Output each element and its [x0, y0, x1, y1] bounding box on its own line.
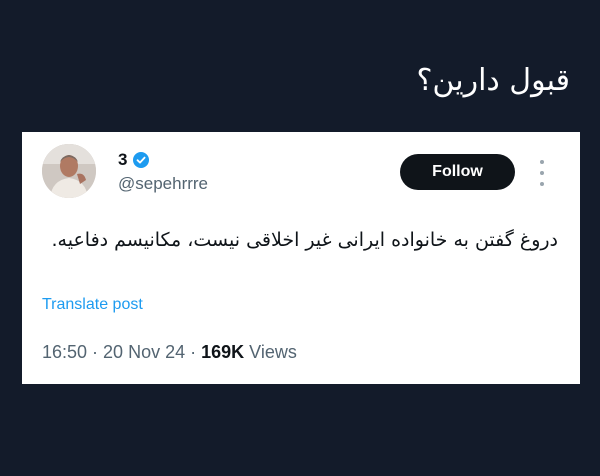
- post-caption: قبول دارین؟: [416, 63, 570, 98]
- tweet-time[interactable]: 16:50: [42, 342, 87, 362]
- tweet-meta: 16:50 · 20 Nov 24 · 169K Views: [42, 342, 297, 363]
- author-handle[interactable]: @sepehrrre: [118, 174, 208, 194]
- views-label: Views: [244, 342, 297, 362]
- tweet-text: دروغ گفتن به خانواده ایرانی غیر اخلاقی ن…: [51, 229, 558, 251]
- follow-button[interactable]: Follow: [400, 154, 515, 190]
- translate-post-link[interactable]: Translate post: [42, 296, 143, 314]
- views-count[interactable]: 169K: [201, 342, 244, 362]
- tweet-card: 3 @sepehrrre Follow دروغ گفتن به خانواده…: [22, 132, 580, 384]
- author-name-row: 3: [118, 150, 150, 170]
- verified-badge-icon: [133, 152, 150, 168]
- avatar-image: [42, 144, 96, 198]
- display-name[interactable]: 3: [118, 150, 127, 170]
- avatar[interactable]: [42, 144, 96, 198]
- tweet-date[interactable]: 20 Nov 24: [103, 342, 185, 362]
- meta-separator: ·: [87, 342, 104, 362]
- meta-separator: ·: [185, 342, 202, 362]
- more-options-icon[interactable]: [534, 160, 550, 186]
